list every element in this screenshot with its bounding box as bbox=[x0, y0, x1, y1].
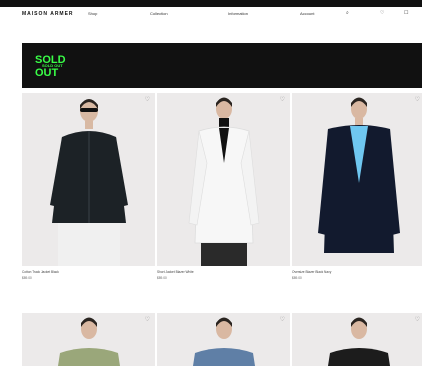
svg-text:OUT: OUT bbox=[35, 67, 59, 78]
wishlist-icon[interactable]: ♡ bbox=[145, 316, 150, 323]
sold-out-banner: SOLD OUT SOLD OUT bbox=[22, 43, 422, 88]
product-card-1[interactable]: ♡ bbox=[22, 93, 155, 266]
wishlist-icon[interactable]: ♡ bbox=[415, 96, 420, 103]
product-card-2[interactable]: ♡ bbox=[157, 93, 290, 266]
product-image-5 bbox=[193, 317, 255, 366]
product-image-2 bbox=[188, 97, 260, 266]
svg-text:SOLD OUT: SOLD OUT bbox=[42, 63, 63, 68]
product-price-2: $89.00 bbox=[157, 276, 167, 280]
product-name-2[interactable]: Short Jacket Blazer White bbox=[157, 270, 194, 274]
product-price-1: $89.00 bbox=[22, 276, 32, 280]
wishlist-icon[interactable]: ♡ bbox=[415, 316, 420, 323]
product-image-3 bbox=[318, 97, 400, 253]
product-card-6[interactable]: ♡ bbox=[292, 313, 422, 366]
brand-logo[interactable]: MAISON ARMER bbox=[22, 11, 74, 17]
site-header: MAISON ARMER Shop Collection Information… bbox=[0, 8, 422, 24]
product-card-3[interactable]: ♡ bbox=[292, 93, 422, 266]
bag-icon[interactable]: ☐ bbox=[404, 10, 408, 16]
nav-account[interactable]: Account bbox=[300, 11, 314, 16]
sold-out-logo: SOLD OUT SOLD OUT bbox=[35, 54, 77, 78]
product-image-6 bbox=[328, 317, 390, 366]
nav-information[interactable]: Information bbox=[228, 11, 248, 16]
heart-icon[interactable]: ♡ bbox=[380, 10, 384, 16]
product-card-4[interactable]: ♡ bbox=[22, 313, 155, 366]
product-name-1[interactable]: Cotton Track Jacket Black bbox=[22, 270, 59, 274]
wishlist-icon[interactable]: ♡ bbox=[280, 316, 285, 323]
wishlist-icon[interactable]: ♡ bbox=[145, 96, 150, 103]
nav-shop[interactable]: Shop bbox=[88, 11, 97, 16]
nav-collection[interactable]: Collection bbox=[150, 11, 168, 16]
product-name-3[interactable]: Oversize Blazer Black Navy bbox=[292, 270, 331, 274]
product-card-5[interactable]: ♡ bbox=[157, 313, 290, 366]
product-image-4 bbox=[58, 317, 120, 366]
wishlist-icon[interactable]: ♡ bbox=[280, 96, 285, 103]
top-announcement-bar bbox=[0, 0, 422, 7]
search-icon[interactable]: ⌕ bbox=[346, 10, 349, 16]
product-price-3: $89.00 bbox=[292, 276, 302, 280]
product-image-1 bbox=[50, 99, 128, 266]
